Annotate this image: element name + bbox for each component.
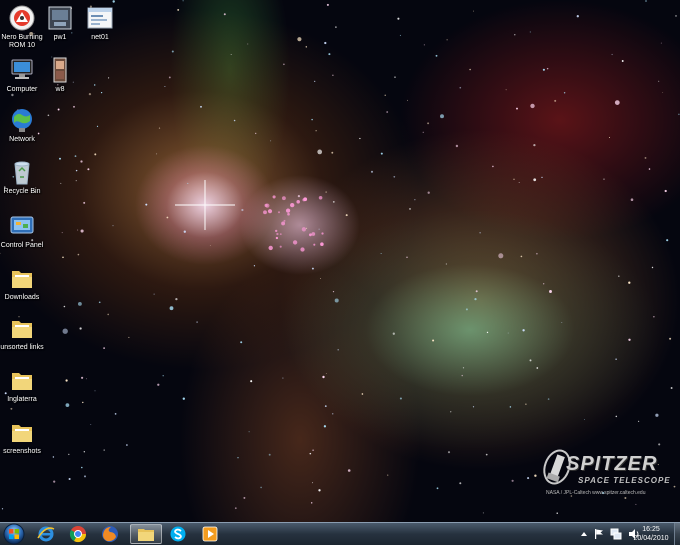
spitzer-subtitle: SPACE TELESCOPE (578, 476, 671, 485)
image-file-icon (48, 6, 72, 30)
network-icon (12, 109, 32, 132)
folder-icon (12, 271, 32, 288)
taskbar-internet-explorer[interactable] (32, 524, 60, 544)
firefox-icon (102, 526, 118, 542)
desktop-icon-screenshots[interactable]: screenshots (0, 418, 44, 456)
start-button[interactable] (2, 523, 26, 545)
desktop-icon-w8[interactable]: w8 (38, 56, 82, 94)
desktop-icon-label: Recycle Bin (3, 188, 41, 195)
media-player-icon (202, 526, 218, 542)
folder-icon (138, 529, 154, 541)
recycle-bin-icon (14, 161, 30, 185)
desktop-icon-inglaterra[interactable]: Inglaterra (0, 366, 44, 404)
taskbar: 16:25 20/04/2010 (0, 522, 680, 545)
taskbar-windows-explorer[interactable] (130, 524, 162, 544)
desktop-icon-label: pw1 (53, 34, 67, 41)
taskbar-clock[interactable]: 16:25 20/04/2010 (632, 525, 670, 543)
taskbar-skype[interactable] (164, 524, 192, 544)
desktop-icon-label: Control Panel (0, 242, 44, 249)
show-hidden-icons-icon[interactable] (580, 529, 588, 539)
folder-icon (12, 373, 32, 390)
desktop-icon-label: screenshots (3, 448, 41, 455)
spitzer-credit: NASA / JPL-Caltech www.spitzer.caltech.e… (546, 490, 646, 496)
notification-area (580, 527, 640, 541)
nero-icon (9, 5, 35, 31)
control-panel-icon (10, 216, 34, 234)
show-desktop-button[interactable] (674, 523, 680, 545)
desktop-icon-pw1[interactable]: pw1 (38, 4, 82, 42)
desktop-icon-downloads[interactable]: Downloads (0, 264, 44, 302)
skype-icon (170, 526, 186, 542)
image-file-icon (53, 57, 67, 83)
spitzer-wordmark: SPITZER (566, 453, 658, 475)
desktop-icon-label: Network (9, 136, 35, 143)
desktop-icon-label: Downloads (4, 294, 40, 301)
taskbar-chrome[interactable] (64, 524, 92, 544)
desktop-icon-recycle-bin[interactable]: Recycle Bin (0, 158, 44, 196)
desktop-icon-network[interactable]: Network (0, 106, 44, 144)
desktop-icon-label: Inglaterra (7, 396, 37, 403)
action-center-flag-icon[interactable] (594, 528, 604, 540)
desktop-icon-net01[interactable]: net01 (78, 4, 122, 42)
folder-icon (12, 425, 32, 442)
internet-explorer-icon (37, 526, 55, 542)
image-file-icon (87, 7, 113, 29)
clock-date: 20/04/2010 (633, 535, 669, 542)
desktop-icon-label: net01 (91, 34, 109, 41)
desktop-icon-label: unsorted links (0, 344, 44, 351)
clock-time: 16:25 (642, 526, 660, 533)
windows-orb-icon (3, 523, 25, 545)
desktop-icon-label: w8 (55, 86, 65, 93)
taskbar-media-player[interactable] (196, 524, 224, 544)
desktop[interactable]: Nero Burning ROM 10 pw1 net01 Computer w… (0, 0, 680, 522)
desktop-icon-control-panel[interactable]: Control Panel (0, 212, 44, 250)
wallpaper-stars (0, 0, 680, 514)
folder-icon (12, 321, 32, 338)
desktop-icon-unsorted-links[interactable]: unsorted links (0, 314, 44, 352)
network-status-icon[interactable] (610, 528, 622, 540)
computer-icon (11, 59, 33, 79)
spitzer-logo: SPITZER SPACE TELESCOPE NASA / JPL-Calte… (540, 445, 676, 505)
taskbar-firefox[interactable] (96, 524, 124, 544)
chrome-icon (69, 526, 87, 543)
